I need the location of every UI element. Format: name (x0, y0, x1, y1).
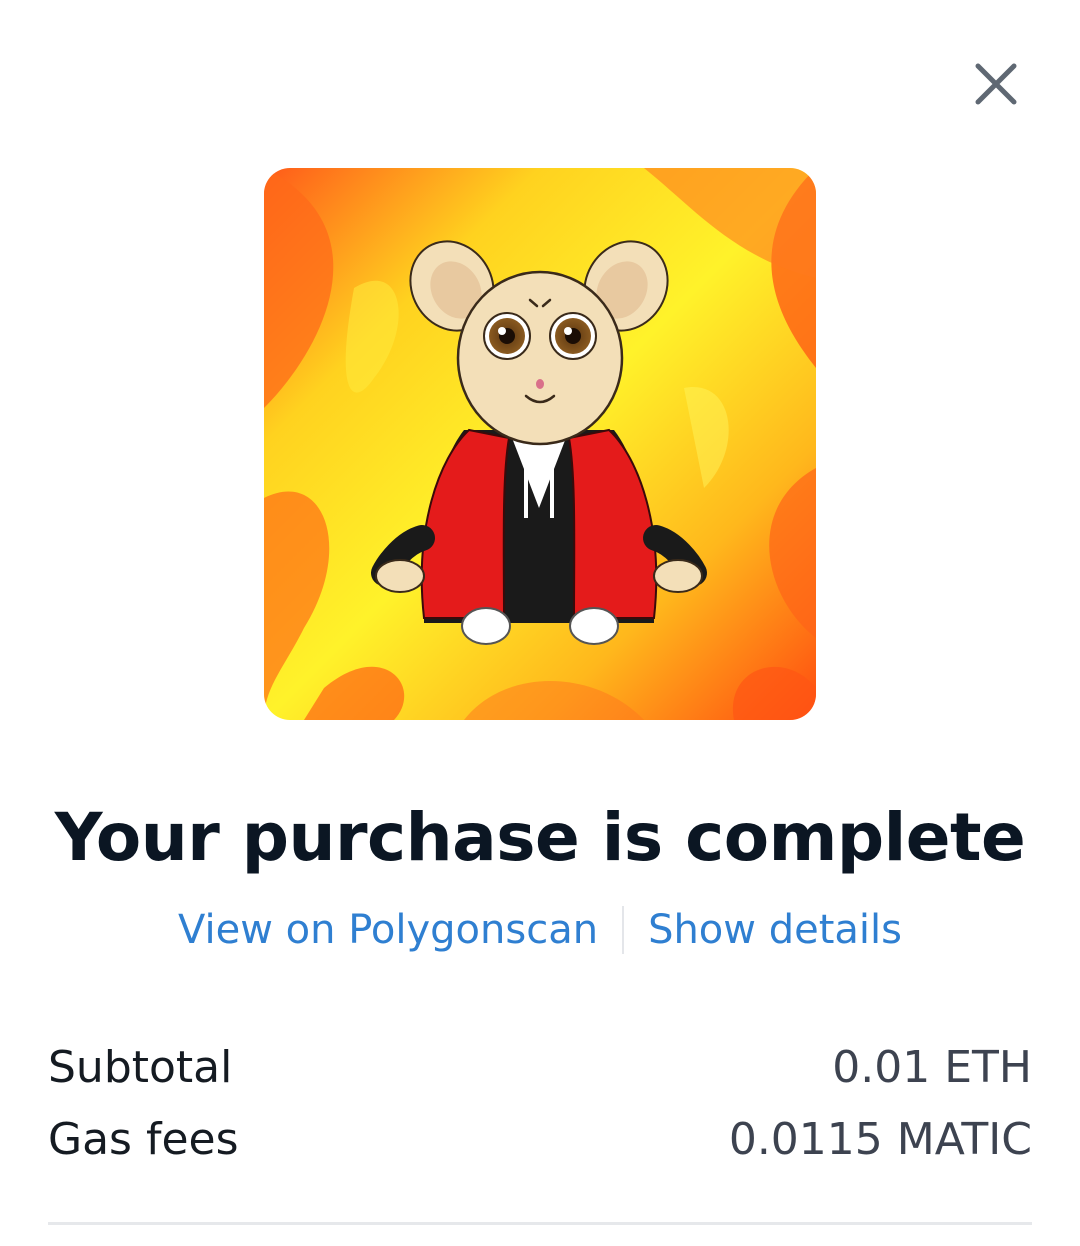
purchase-complete-dialog: Your purchase is complete View on Polygo… (0, 0, 1080, 1246)
subtotal-row: Subtotal 0.01 ETH (48, 1038, 1032, 1098)
link-divider (622, 906, 625, 954)
subtotal-value: 0.01 ETH (832, 1042, 1032, 1093)
subtotal-label: Subtotal (48, 1042, 233, 1093)
page-title: Your purchase is complete (54, 799, 1026, 876)
action-links: View on Polygonscan Show details (0, 900, 1080, 960)
gas-fees-row: Gas fees 0.0115 MATIC (48, 1110, 1032, 1170)
gas-fees-label: Gas fees (48, 1114, 239, 1165)
close-button[interactable] (968, 56, 1024, 112)
divider (48, 1222, 1032, 1225)
show-details-link[interactable]: Show details (648, 900, 902, 960)
close-icon (975, 63, 1017, 105)
view-on-polygonscan-link[interactable]: View on Polygonscan (178, 900, 598, 960)
gas-fees-value: 0.0115 MATIC (728, 1114, 1032, 1165)
nft-image (264, 168, 816, 720)
